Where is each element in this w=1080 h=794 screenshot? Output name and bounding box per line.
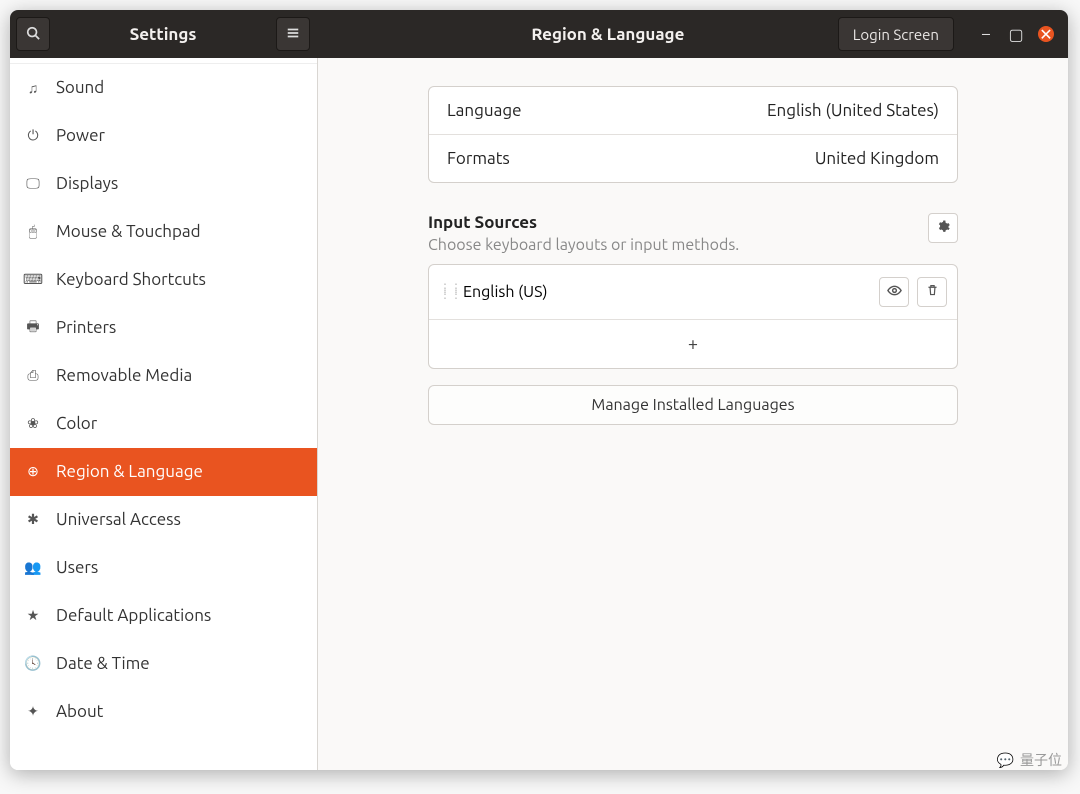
sidebar-item-label: Region & Language [56,462,203,481]
titlebar-right: Region & Language Login Screen – ▢ ✕ [318,10,1068,58]
sidebar-item-default-applications[interactable]: ★ Default Applications [10,592,317,640]
close-button[interactable]: ✕ [1038,26,1054,42]
about-icon: ✦ [24,703,42,720]
app-title: Settings [56,25,270,44]
sidebar-item-label: Power [56,126,105,145]
trash-icon [926,284,939,300]
locale-card: Language English (United States) Formats… [428,86,958,183]
sidebar-item-region-language[interactable]: ⊕ Region & Language [10,448,317,496]
mouse-icon: 🖱 [24,223,42,240]
minimize-icon: – [982,25,990,43]
displays-icon: 🖵 [24,175,42,192]
maximize-icon: ▢ [1008,25,1023,44]
input-source-row[interactable]: ⋮⋮⋮⋮ English (US) [429,265,957,319]
titlebar: Settings Region & Language Login Screen … [10,10,1068,58]
globe-icon: ⊕ [24,463,42,480]
power-icon: ⏻ [24,127,42,144]
sidebar-item-mouse-touchpad[interactable]: 🖱 Mouse & Touchpad [10,208,317,256]
sidebar-item-label: Users [56,558,98,577]
sidebar-item-removable-media[interactable]: ⎙ Removable Media [10,352,317,400]
sidebar-item-label: Color [56,414,97,433]
sidebar-item-label: Date & Time [56,654,150,673]
input-sources-title: Input Sources [428,213,739,232]
sidebar-item-label: Removable Media [56,366,192,385]
titlebar-left: Settings [10,10,318,58]
drag-handle-icon[interactable]: ⋮⋮⋮⋮ [439,286,451,298]
hamburger-button[interactable] [276,17,310,51]
plus-icon: + [688,334,698,354]
language-row[interactable]: Language English (United States) [429,87,957,134]
sidebar-item-about[interactable]: ✦ About [10,688,317,736]
users-icon: 👥 [24,559,42,576]
sidebar-item-universal-access[interactable]: ✱ Universal Access [10,496,317,544]
formats-label: Formats [447,149,510,168]
remove-input-source-button[interactable] [917,277,947,307]
formats-value: United Kingdom [815,149,939,168]
accessibility-icon: ✱ [24,511,42,528]
eye-icon [887,283,902,301]
maximize-button[interactable]: ▢ [1008,26,1024,42]
sidebar-item-label: Mouse & Touchpad [56,222,201,241]
note-icon: ♫ [24,80,42,96]
hamburger-icon [286,26,300,43]
keyboard-icon: ⌨ [24,271,42,288]
formats-row[interactable]: Formats United Kingdom [429,134,957,182]
sidebar[interactable]: ♫ Sound ⏻ Power 🖵 Displays 🖱 Mouse & Touchpad ⌨ K… [10,58,318,770]
apps-icon: ★ [24,607,42,624]
sidebar-item-printers[interactable]: 🖶 Printers [10,304,317,352]
search-button[interactable] [16,17,50,51]
minimize-button[interactable]: – [978,26,994,42]
language-label: Language [447,101,522,120]
sidebar-item-label: Displays [56,174,118,193]
close-icon: ✕ [1039,25,1052,44]
sidebar-item-power[interactable]: ⏻ Power [10,112,317,160]
sidebar-item-label: Keyboard Shortcuts [56,270,206,289]
printer-icon: 🖶 [24,316,42,340]
sidebar-item-label: Printers [56,318,116,337]
input-sources-header: Input Sources Choose keyboard layouts or… [428,213,958,254]
sidebar-item-keyboard-shortcuts[interactable]: ⌨ Keyboard Shortcuts [10,256,317,304]
input-sources-settings-button[interactable] [928,213,958,243]
input-sources-list: ⋮⋮⋮⋮ English (US) [428,264,958,369]
sidebar-item-label: Universal Access [56,510,181,529]
clock-icon: 🕓 [24,655,42,672]
content-area: Language English (United States) Formats… [318,58,1068,770]
input-source-actions [879,277,947,307]
color-icon: ❀ [24,415,42,432]
gear-icon [936,220,950,237]
language-value: English (United States) [767,101,939,120]
input-source-name: English (US) [463,283,548,301]
view-layout-button[interactable] [879,277,909,307]
sidebar-item-displays[interactable]: 🖵 Displays [10,160,317,208]
sidebar-item-date-time[interactable]: 🕓 Date & Time [10,640,317,688]
body: ♫ Sound ⏻ Power 🖵 Displays 🖱 Mouse & Touchpad ⌨ K… [10,58,1068,770]
sidebar-item-sound[interactable]: ♫ Sound [10,64,317,112]
input-sources-subtitle: Choose keyboard layouts or input methods… [428,236,739,254]
search-icon [26,26,40,43]
sidebar-item-label: Default Applications [56,606,211,625]
manage-languages-button[interactable]: Manage Installed Languages [428,385,958,425]
add-input-source-button[interactable]: + [429,319,957,368]
settings-window: Settings Region & Language Login Screen … [10,10,1068,770]
sidebar-item-color[interactable]: ❀ Color [10,400,317,448]
sidebar-item-users[interactable]: 👥 Users [10,544,317,592]
usb-icon: ⎙ [24,367,42,384]
sidebar-item-label: Sound [56,78,104,97]
sidebar-item-label: About [56,702,103,721]
window-controls: – ▢ ✕ [964,26,1068,42]
page-title: Region & Language [378,25,838,44]
login-screen-button[interactable]: Login Screen [838,17,954,51]
